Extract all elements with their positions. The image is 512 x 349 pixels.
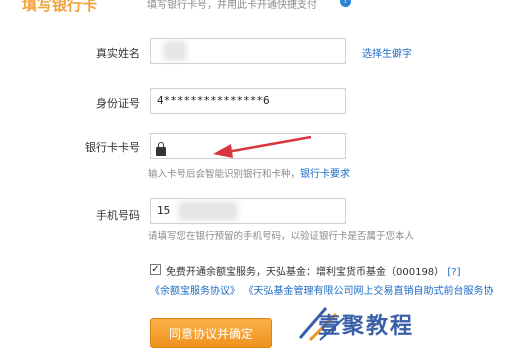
id-label: 身份证号 — [96, 97, 140, 110]
redacted-name — [163, 41, 187, 61]
agreement-help-link[interactable]: [?] — [447, 267, 460, 278]
card-hint: 输入卡号后会智能识别银行和卡种， — [148, 169, 301, 180]
rare-character-link[interactable]: 选择生僻字 — [362, 45, 412, 60]
watermark-text: 壹聚教程 — [318, 314, 415, 339]
card-requirements-link[interactable]: 银行卡要求 — [300, 169, 350, 180]
agreement-text: 免费开通余额宝服务，天弘基金：增利宝货币基金（000198） — [166, 267, 445, 278]
id-number-input[interactable]: 4***************6 — [150, 88, 346, 114]
agree-submit-button[interactable]: 同意协议并确定 — [150, 318, 272, 348]
annotation-arrow — [213, 135, 312, 158]
card-hint-line: 输入卡号后会智能识别银行和卡种，银行卡要求 — [148, 165, 350, 180]
phone-hint: 请填写您在银行预留的手机号码，以验证银行卡是否属于您本人 — [148, 231, 415, 242]
name-label: 真实姓名 — [96, 47, 140, 60]
section-hint: 填写银行卡号，并用此卡开通快捷支付 — [147, 0, 317, 11]
yuebao-agreement-link[interactable]: 《余额宝服务协议》 — [150, 286, 240, 297]
phone-label: 手机号码 — [96, 209, 140, 222]
tianhong-agreement-link[interactable]: 《天弘基金管理有限公司网上交易直销自助式前台服务协 — [244, 286, 494, 297]
card-label: 银行卡卡号 — [85, 141, 140, 154]
agreement-checkbox[interactable]: ✓ — [150, 264, 161, 275]
section-title: 填写银行卡 — [22, 0, 98, 14]
redacted-phone — [178, 201, 238, 221]
lock-icon — [156, 142, 166, 156]
agreement-links: 《余额宝服务协议》 《天弘基金管理有限公司网上交易直销自助式前台服务协 — [150, 282, 494, 297]
agreement-line: 免费开通余额宝服务，天弘基金：增利宝货币基金（000198） [?] — [166, 263, 461, 278]
help-icon[interactable]: ? — [340, 0, 351, 7]
